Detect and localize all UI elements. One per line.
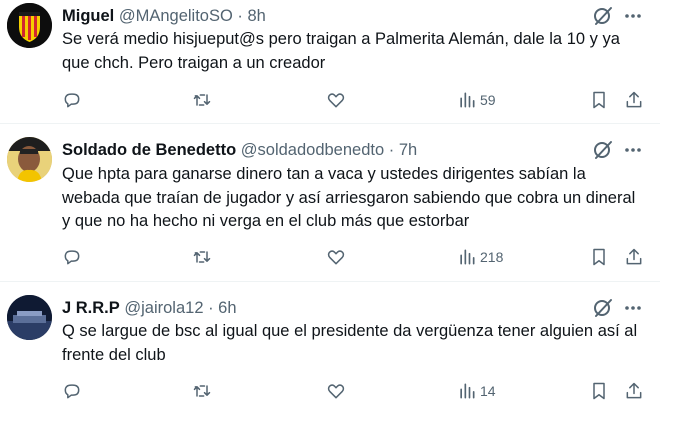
tweet-header: J R.R.P @jairola12 · 6h xyxy=(62,298,237,318)
retweet-button[interactable] xyxy=(192,89,212,111)
bookmark-icon xyxy=(593,91,605,109)
retweet-button[interactable] xyxy=(192,246,212,268)
timestamp[interactable]: · 7h xyxy=(389,141,417,159)
views-count: 59 xyxy=(480,92,496,108)
grok-icon[interactable] xyxy=(592,5,614,27)
tweet-actions: 14 xyxy=(62,380,647,402)
display-name[interactable]: Soldado de Benedetto xyxy=(62,141,236,159)
share-button[interactable] xyxy=(624,380,644,402)
tweet-header: Soldado de Benedetto @soldadodbenedto · … xyxy=(62,140,417,160)
like-button[interactable] xyxy=(326,246,346,268)
grok-icon[interactable] xyxy=(592,297,614,319)
reply-icon xyxy=(64,384,80,399)
retweet-icon xyxy=(193,251,211,263)
reply-button[interactable] xyxy=(62,246,82,268)
profile-photo xyxy=(7,295,52,340)
like-button[interactable] xyxy=(326,89,346,111)
bookmark-icon xyxy=(593,382,605,400)
share-icon xyxy=(626,248,642,265)
views-icon xyxy=(460,249,475,265)
avatar[interactable] xyxy=(7,137,52,182)
share-icon xyxy=(626,382,642,399)
tweet-header: Miguel @MAngelitoSO · 8h xyxy=(62,6,266,26)
handle[interactable]: @MAngelitoSO xyxy=(119,7,233,25)
grok-icon[interactable] xyxy=(592,139,614,161)
share-button[interactable] xyxy=(624,89,644,111)
tweet-3[interactable]: J R.R.P @jairola12 · 6h Q se largue de b… xyxy=(0,282,660,423)
views-button[interactable]: 59 xyxy=(457,89,496,111)
tweet-text: Se verá medio hisjueput@s pero traigan a… xyxy=(62,30,620,72)
views-icon xyxy=(460,92,475,108)
retweet-icon xyxy=(193,385,211,397)
like-icon xyxy=(327,250,345,265)
retweet-icon xyxy=(193,94,211,106)
views-count: 14 xyxy=(480,383,496,399)
reply-icon xyxy=(64,93,80,108)
tweet-1[interactable]: Miguel @MAngelitoSO · 8h Se verá medio h… xyxy=(0,0,660,124)
bookmark-button[interactable] xyxy=(589,380,609,402)
tweet-actions: 218 xyxy=(62,246,647,268)
avatar[interactable] xyxy=(7,3,52,48)
more-icon[interactable] xyxy=(622,8,644,24)
more-icon[interactable] xyxy=(622,142,644,158)
views-button[interactable]: 14 xyxy=(457,380,496,402)
tweet-actions: 59 xyxy=(62,89,647,111)
handle[interactable]: @soldadodbenedto xyxy=(241,141,384,159)
handle[interactable]: @jairola12 xyxy=(124,299,203,317)
reply-button[interactable] xyxy=(62,380,82,402)
avatar[interactable] xyxy=(7,295,52,340)
bookmark-button[interactable] xyxy=(589,89,609,111)
like-icon xyxy=(327,384,345,399)
share-icon xyxy=(626,91,642,108)
timestamp[interactable]: · 8h xyxy=(237,7,265,25)
reply-button[interactable] xyxy=(62,89,82,111)
views-count: 218 xyxy=(480,249,504,265)
tweet-2[interactable]: Soldado de Benedetto @soldadodbenedto · … xyxy=(0,124,660,282)
club-crest-image xyxy=(7,3,52,48)
display-name[interactable]: Miguel xyxy=(62,7,114,25)
bookmark-icon xyxy=(593,248,605,266)
tweet-text: Q se largue de bsc al igual que el presi… xyxy=(62,322,638,364)
retweet-button[interactable] xyxy=(192,380,212,402)
like-icon xyxy=(327,93,345,108)
more-icon[interactable] xyxy=(622,300,644,316)
bookmark-button[interactable] xyxy=(589,246,609,268)
display-name[interactable]: J R.R.P xyxy=(62,299,120,317)
timestamp[interactable]: · 6h xyxy=(208,299,236,317)
tweet-text: Que hpta para ganarse dinero tan a vaca … xyxy=(62,165,636,230)
views-button[interactable]: 218 xyxy=(457,246,503,268)
reply-icon xyxy=(64,250,80,265)
like-button[interactable] xyxy=(326,380,346,402)
profile-photo xyxy=(7,137,52,182)
views-icon xyxy=(460,383,475,399)
share-button[interactable] xyxy=(624,246,644,268)
